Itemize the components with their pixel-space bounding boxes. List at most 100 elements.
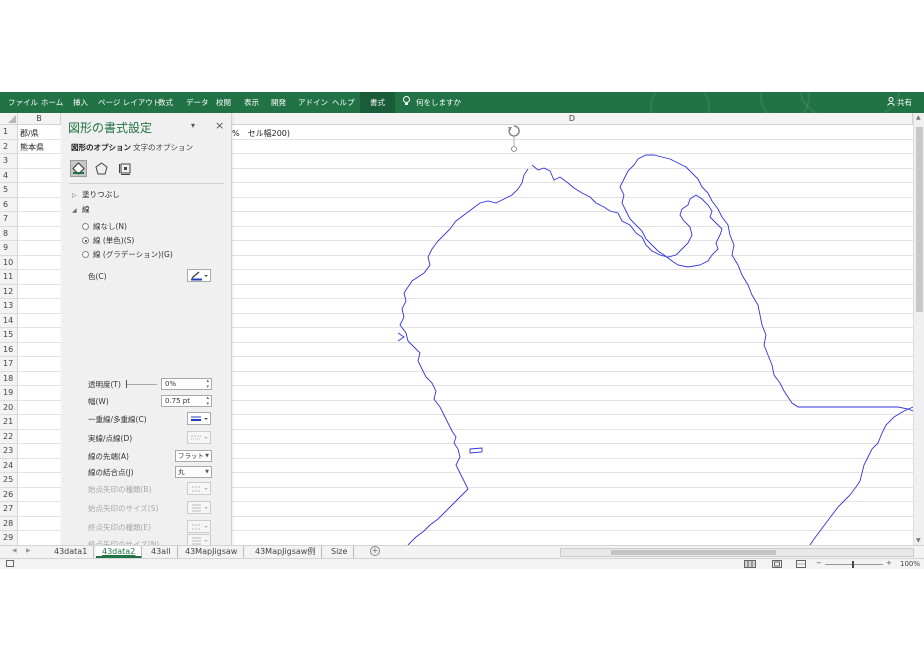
rotate-handle-icon[interactable]	[507, 124, 521, 154]
cell-b1[interactable]: 郡/県	[20, 128, 39, 139]
row-header[interactable]: 29	[0, 531, 18, 545]
tab-addins[interactable]: アドイン	[298, 92, 328, 113]
begin-arrow-type-button[interactable]	[187, 482, 211, 495]
tab-home[interactable]: ホーム	[41, 92, 63, 113]
row-header[interactable]: 4	[0, 168, 18, 183]
row-header[interactable]: 20	[0, 400, 18, 415]
row-header[interactable]: 26	[0, 487, 18, 502]
radio-dot[interactable]	[82, 223, 89, 230]
row-header[interactable]: 27	[0, 502, 18, 517]
row-header[interactable]: 15	[0, 328, 18, 343]
cell-b2[interactable]: 熊本県	[20, 142, 44, 153]
column-header-d[interactable]: D	[232, 113, 913, 125]
row-header[interactable]: 21	[0, 415, 18, 430]
sheet-tab-size[interactable]: Size	[325, 546, 355, 558]
tab-page-layout[interactable]: ページ レイアウト	[98, 92, 160, 113]
begin-arrow-size-button[interactable]	[187, 501, 211, 514]
row-header[interactable]: 2	[0, 139, 18, 154]
row-header[interactable]: 19	[0, 386, 18, 401]
tab-data[interactable]: データ	[186, 92, 209, 113]
row-header[interactable]: 1	[0, 125, 18, 140]
zoom-slider-thumb[interactable]	[852, 561, 854, 568]
tab-view[interactable]: 表示	[244, 92, 259, 113]
tab-review[interactable]: 校閲	[216, 92, 231, 113]
radio-solid-line[interactable]: 線 (単色)(S)	[82, 235, 134, 246]
row-header[interactable]: 16	[0, 342, 18, 357]
radio-dot-selected[interactable]	[82, 237, 89, 244]
effects-pentagon-icon[interactable]	[93, 160, 110, 177]
tab-help[interactable]: ヘルプ	[332, 92, 355, 113]
section-line-header[interactable]: ◢ 線	[72, 204, 90, 215]
zoom-in-icon[interactable]: +	[886, 559, 892, 567]
spin-arrows-icon[interactable]: ▴ ▾	[206, 378, 209, 390]
tab-format[interactable]: 書式	[360, 92, 395, 113]
radio-no-line[interactable]: 線なし(N)	[82, 221, 127, 232]
sheet-tab-43all[interactable]: 43all	[145, 546, 178, 558]
tab-insert[interactable]: 挿入	[73, 92, 88, 113]
vertical-scrollbar[interactable]: ▲ ▼	[913, 113, 924, 545]
prev-sheet-icon[interactable]: ◀	[12, 547, 17, 554]
tab-developer[interactable]: 開発	[271, 92, 286, 113]
row-header[interactable]: 23	[0, 444, 18, 459]
column-header-b[interactable]: B	[18, 113, 61, 125]
row-header[interactable]: 7	[0, 212, 18, 227]
color-picker-button[interactable]	[187, 269, 211, 282]
sheet-tab-43mapjigsaw-example[interactable]: 43MapJigsaw例	[249, 546, 323, 558]
tab-formulas[interactable]: 数式	[158, 92, 173, 113]
compound-type-button[interactable]	[187, 412, 211, 425]
row-header[interactable]: 25	[0, 473, 18, 488]
radio-dot[interactable]	[82, 251, 89, 258]
sheet-tab-43data2[interactable]: 43data2	[96, 546, 143, 558]
page-layout-view-icon[interactable]	[772, 560, 782, 569]
sheet-tab-43data1[interactable]: 43data1	[48, 546, 95, 558]
scroll-up-icon[interactable]: ▲	[916, 114, 921, 121]
scroll-down-icon[interactable]: ▼	[916, 537, 921, 544]
page-break-view-icon[interactable]	[796, 560, 806, 569]
section-fill-header[interactable]: ▷ 塗りつぶし	[72, 189, 120, 200]
dash-type-button[interactable]	[187, 431, 211, 444]
row-header[interactable]: 14	[0, 313, 18, 328]
join-type-select[interactable]: 丸 ▼	[175, 466, 212, 478]
add-sheet-icon[interactable]: +	[370, 546, 380, 556]
zoom-level[interactable]: 100%	[900, 559, 920, 569]
row-header[interactable]: 28	[0, 516, 18, 531]
pane-close-icon[interactable]: ×	[215, 119, 224, 132]
pane-options-chevron-icon[interactable]: ▾	[191, 121, 195, 130]
row-header[interactable]: 10	[0, 255, 18, 270]
row-header[interactable]: 17	[0, 357, 18, 372]
horizontal-scrollbar[interactable]	[560, 548, 914, 557]
row-header[interactable]: 18	[0, 371, 18, 386]
tab-text-options[interactable]: 文字のオプション	[133, 142, 193, 153]
transparency-slider-track[interactable]	[127, 384, 157, 385]
row-header[interactable]: 9	[0, 241, 18, 256]
macro-record-icon[interactable]	[6, 560, 14, 569]
zoom-slider-track[interactable]	[825, 564, 883, 565]
transparency-input[interactable]: 0% ▴ ▾	[161, 378, 212, 390]
row-header[interactable]: 22	[0, 429, 18, 444]
row-header[interactable]: 5	[0, 183, 18, 198]
transparency-slider-thumb[interactable]	[126, 380, 127, 388]
tab-file[interactable]: ファイル	[8, 92, 38, 113]
vertical-scroll-thumb[interactable]	[916, 127, 923, 312]
fill-line-icon[interactable]	[70, 160, 87, 177]
end-arrow-type-button[interactable]	[187, 520, 211, 533]
zoom-out-icon[interactable]: −	[816, 559, 822, 567]
radio-gradient-line[interactable]: 線 (グラデーション)(G)	[82, 249, 173, 260]
row-header[interactable]: 3	[0, 154, 18, 169]
row-header[interactable]: 8	[0, 226, 18, 241]
sheet-tab-43mapjigsaw[interactable]: 43MapJigsaw	[179, 546, 245, 558]
next-sheet-icon[interactable]: ▶	[26, 547, 31, 554]
size-properties-icon[interactable]	[117, 160, 134, 177]
width-input[interactable]: 0.75 pt ▴ ▾	[161, 395, 212, 407]
share-button[interactable]: 共有	[887, 92, 912, 113]
row-header[interactable]: 11	[0, 270, 18, 285]
cap-type-select[interactable]: フラット ▼	[175, 450, 212, 462]
map-outline-shape[interactable]	[232, 125, 913, 545]
tell-me-box[interactable]: 何をしますか	[403, 92, 461, 113]
normal-view-icon[interactable]	[744, 560, 756, 569]
spin-arrows-icon[interactable]: ▴ ▾	[206, 395, 209, 407]
row-header[interactable]: 12	[0, 284, 18, 299]
tab-shape-options[interactable]: 図形のオプション	[71, 142, 131, 153]
row-header[interactable]: 13	[0, 299, 18, 314]
row-header[interactable]: 6	[0, 197, 18, 212]
